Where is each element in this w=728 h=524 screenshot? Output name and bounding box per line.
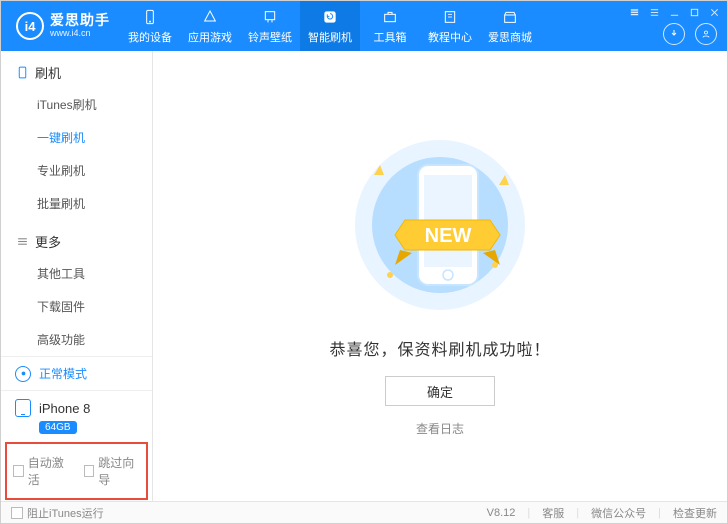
window-controls xyxy=(627,5,721,19)
checkbox-block-itunes[interactable]: 阻止iTunes运行 xyxy=(11,505,104,521)
sidebar-group-more[interactable]: 更多 xyxy=(1,220,152,257)
nav-label: 工具箱 xyxy=(374,29,407,45)
flash-options-highlighted: 自动激活 跳过向导 xyxy=(5,442,148,500)
view-log-link[interactable]: 查看日志 xyxy=(416,420,464,437)
brand-badge: i4 xyxy=(16,12,44,40)
checkbox-icon xyxy=(13,465,24,477)
nav-flash[interactable]: 智能刷机 xyxy=(300,1,360,51)
success-message: 恭喜您，保资料刷机成功啦！ xyxy=(329,336,550,360)
sidebar-group-flash[interactable]: 刷机 xyxy=(1,51,152,88)
book-icon xyxy=(441,8,459,26)
nav-shop[interactable]: 爱思商城 xyxy=(480,1,540,51)
status-ok-icon xyxy=(15,366,31,382)
new-badge-text: NEW xyxy=(425,225,472,247)
nav-ringtones[interactable]: 铃声壁纸 xyxy=(240,1,300,51)
nav-apps[interactable]: 应用游戏 xyxy=(180,1,240,51)
group-title: 刷机 xyxy=(35,63,61,82)
shop-icon xyxy=(501,8,519,26)
apps-icon xyxy=(201,8,219,26)
brand-title: 爱思助手 xyxy=(50,13,110,28)
nav-toolbox[interactable]: 工具箱 xyxy=(360,1,420,51)
statusbar-right: V8.12 | 客服 | 微信公众号 | 检查更新 xyxy=(487,505,717,521)
sidebar-scroll: 刷机 iTunes刷机 一键刷机 专业刷机 批量刷机 更多 其他工具 下载固件 … xyxy=(1,51,152,356)
phone-icon xyxy=(141,8,159,26)
check-update-link[interactable]: 检查更新 xyxy=(673,505,717,521)
sidebar: 刷机 iTunes刷机 一键刷机 专业刷机 批量刷机 更多 其他工具 下载固件 … xyxy=(1,51,153,501)
nav-label: 智能刷机 xyxy=(308,29,352,45)
close-icon[interactable] xyxy=(707,5,721,19)
user-icon[interactable] xyxy=(695,23,717,45)
sidebar-item-pro-flash[interactable]: 专业刷机 xyxy=(1,154,152,187)
settings-icon[interactable] xyxy=(627,5,641,19)
sidebar-item-other-tools[interactable]: 其他工具 xyxy=(1,257,152,290)
music-icon xyxy=(261,8,279,26)
brand-text: 爱思助手 www.i4.cn xyxy=(50,13,110,38)
nav-label: 爱思商城 xyxy=(488,29,532,45)
version-label: V8.12 xyxy=(487,507,516,519)
brand-logo: i4 爱思助手 www.i4.cn xyxy=(1,12,120,40)
top-nav: 我的设备 应用游戏 铃声壁纸 智能刷机 工具箱 教程中心 爱思商城 xyxy=(120,1,540,51)
maximize-icon[interactable] xyxy=(687,5,701,19)
sidebar-item-batch-flash[interactable]: 批量刷机 xyxy=(1,187,152,220)
main-content: NEW 恭喜您，保资料刷机成功啦！ 确定 查看日志 xyxy=(153,51,727,501)
toolbox-icon xyxy=(381,8,399,26)
sidebar-item-itunes-flash[interactable]: iTunes刷机 xyxy=(1,88,152,121)
support-link[interactable]: 客服 xyxy=(542,505,564,521)
sidebar-item-download-firmware[interactable]: 下载固件 xyxy=(1,290,152,323)
brand-subtitle: www.i4.cn xyxy=(50,29,110,39)
separator: | xyxy=(658,507,661,519)
device-mode-row[interactable]: 正常模式 xyxy=(1,357,152,391)
checkbox-auto-activate[interactable]: 自动激活 xyxy=(13,454,70,488)
success-illustration: NEW xyxy=(340,125,540,318)
group-title: 更多 xyxy=(35,232,61,251)
refresh-icon xyxy=(321,8,339,26)
storage-badge: 64GB xyxy=(39,421,77,434)
header-right xyxy=(663,23,717,45)
mode-label: 正常模式 xyxy=(39,365,87,382)
nav-label: 铃声壁纸 xyxy=(248,29,292,45)
device-icon xyxy=(15,399,31,417)
checkbox-skip-guide[interactable]: 跳过向导 xyxy=(84,454,141,488)
nav-tutorials[interactable]: 教程中心 xyxy=(420,1,480,51)
separator: | xyxy=(576,507,579,519)
checkbox-label: 阻止iTunes运行 xyxy=(27,505,104,521)
nav-label: 我的设备 xyxy=(128,29,172,45)
menu-icon xyxy=(15,235,29,249)
ok-button[interactable]: 确定 xyxy=(385,376,495,406)
menu-icon[interactable] xyxy=(647,5,661,19)
phone-outline-icon xyxy=(15,66,29,80)
download-icon[interactable] xyxy=(663,23,685,45)
checkbox-icon xyxy=(84,465,95,477)
checkbox-label: 跳过向导 xyxy=(98,454,140,488)
minimize-icon[interactable] xyxy=(667,5,681,19)
sidebar-bottom: 正常模式 iPhone 8 64GB 自动激活 跳过向导 xyxy=(1,356,152,506)
nav-my-device[interactable]: 我的设备 xyxy=(120,1,180,51)
checkbox-icon xyxy=(11,507,23,519)
nav-label: 教程中心 xyxy=(428,29,472,45)
sidebar-item-advanced[interactable]: 高级功能 xyxy=(1,323,152,356)
app-body: 刷机 iTunes刷机 一键刷机 专业刷机 批量刷机 更多 其他工具 下载固件 … xyxy=(1,51,727,501)
device-row[interactable]: iPhone 8 xyxy=(1,391,152,419)
separator: | xyxy=(527,507,530,519)
app-header: i4 爱思助手 www.i4.cn 我的设备 应用游戏 铃声壁纸 智能刷机 工具… xyxy=(1,1,727,51)
device-name: iPhone 8 xyxy=(39,401,90,416)
statusbar-left: 阻止iTunes运行 xyxy=(11,505,104,521)
checkbox-label: 自动激活 xyxy=(28,454,70,488)
sidebar-item-oneclick-flash[interactable]: 一键刷机 xyxy=(1,121,152,154)
wechat-link[interactable]: 微信公众号 xyxy=(591,505,646,521)
nav-label: 应用游戏 xyxy=(188,29,232,45)
